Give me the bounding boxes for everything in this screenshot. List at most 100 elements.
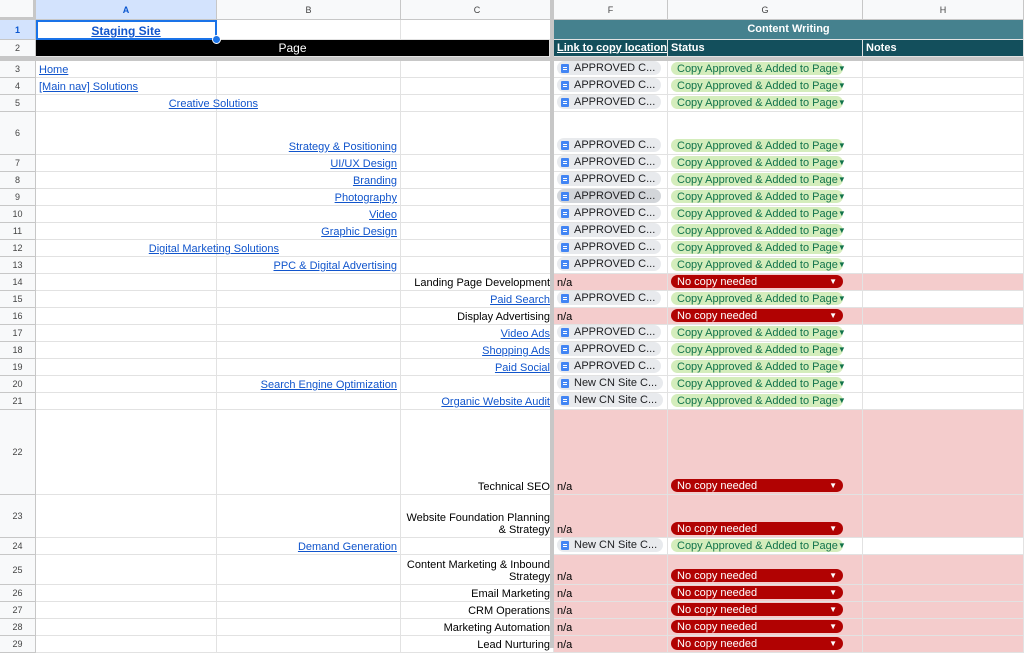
status-cell[interactable]: Copy Approved & Added to Page ▼: [668, 223, 863, 240]
status-dropdown[interactable]: Copy Approved & Added to Page ▼: [671, 173, 846, 186]
staging-site-cell[interactable]: Staging Site: [36, 20, 217, 40]
page-cell-c[interactable]: Shopping Ads: [401, 342, 554, 359]
status-dropdown[interactable]: No copy needed ▼: [671, 479, 843, 492]
row-header-25[interactable]: 25: [0, 555, 36, 585]
row-header-15[interactable]: 15: [0, 291, 36, 308]
copy-location-cell[interactable]: n/a: [554, 619, 668, 636]
status-cell[interactable]: Copy Approved & Added to Page ▼: [668, 257, 863, 274]
page-cell-c[interactable]: Email Marketing: [401, 585, 554, 602]
status-dropdown[interactable]: Copy Approved & Added to Page ▼: [671, 343, 846, 356]
page-cell-c[interactable]: Landing Page Development: [401, 274, 554, 291]
copy-location-chip[interactable]: APPROVED C...: [557, 223, 662, 237]
status-cell[interactable]: Copy Approved & Added to Page ▼: [668, 78, 863, 95]
status-dropdown[interactable]: Copy Approved & Added to Page ▼: [671, 377, 846, 390]
page-cell-b[interactable]: UI/UX Design: [217, 155, 401, 172]
status-cell[interactable]: Copy Approved & Added to Page ▼: [668, 359, 863, 376]
copy-location-cell[interactable]: APPROVED C...: [554, 61, 668, 78]
status-cell[interactable]: Copy Approved & Added to Page ▼: [668, 206, 863, 223]
status-cell[interactable]: Copy Approved & Added to Page ▼: [668, 393, 863, 410]
status-dropdown[interactable]: No copy needed ▼: [671, 275, 843, 288]
copy-location-chip[interactable]: APPROVED C...: [557, 61, 662, 75]
page-cell-c[interactable]: Content Marketing & Inbound Strategy: [401, 555, 554, 585]
status-cell[interactable]: Copy Approved & Added to Page ▼: [668, 376, 863, 393]
page-cell-b[interactable]: Demand Generation: [217, 538, 401, 555]
status-dropdown[interactable]: Copy Approved & Added to Page ▼: [671, 326, 846, 339]
column-header-g[interactable]: G: [668, 0, 863, 20]
notes-cell[interactable]: [863, 619, 1024, 636]
status-dropdown[interactable]: Copy Approved & Added to Page ▼: [671, 139, 846, 152]
page-cell-c[interactable]: Display Advertising: [401, 308, 554, 325]
status-dropdown[interactable]: Copy Approved & Added to Page ▼: [671, 190, 846, 203]
row-header-4[interactable]: 4: [0, 78, 36, 95]
status-dropdown[interactable]: Copy Approved & Added to Page ▼: [671, 539, 846, 552]
copy-location-cell[interactable]: APPROVED C...: [554, 325, 668, 342]
copy-location-cell[interactable]: APPROVED C...: [554, 112, 668, 155]
copy-location-chip[interactable]: APPROVED C...: [557, 189, 662, 203]
status-cell[interactable]: Copy Approved & Added to Page ▼: [668, 172, 863, 189]
status-cell[interactable]: No copy needed ▼: [668, 495, 863, 538]
notes-cell[interactable]: [863, 240, 1024, 257]
status-cell[interactable]: No copy needed ▼: [668, 410, 863, 495]
row-header-8[interactable]: 8: [0, 172, 36, 189]
subsubpage-label[interactable]: Paid Search: [490, 294, 550, 306]
status-dropdown[interactable]: Copy Approved & Added to Page ▼: [671, 207, 846, 220]
status-cell[interactable]: Copy Approved & Added to Page ▼: [668, 189, 863, 206]
notes-cell[interactable]: [863, 376, 1024, 393]
copy-location-cell[interactable]: APPROVED C...: [554, 206, 668, 223]
copy-location-cell[interactable]: APPROVED C...: [554, 240, 668, 257]
subpage-link[interactable]: Strategy & Positioning: [289, 141, 397, 153]
notes-cell[interactable]: [863, 95, 1024, 112]
spreadsheet-grid[interactable]: A B C F G H 1 2 3 4 5 6 7 8 9 10 11 12 13 14 15 16 17 18 19 20 21 2…: [0, 0, 1024, 653]
copy-location-chip[interactable]: APPROVED C...: [557, 138, 662, 152]
row-header-29[interactable]: 29: [0, 636, 36, 653]
status-dropdown[interactable]: No copy needed ▼: [671, 586, 843, 599]
status-dropdown[interactable]: Copy Approved & Added to Page ▼: [671, 394, 846, 407]
page-cell-b[interactable]: PPC & Digital Advertising: [217, 257, 401, 274]
status-cell[interactable]: No copy needed ▼: [668, 308, 863, 325]
status-dropdown[interactable]: No copy needed ▼: [671, 620, 843, 633]
notes-cell[interactable]: [863, 636, 1024, 653]
status-cell[interactable]: No copy needed ▼: [668, 585, 863, 602]
notes-cell[interactable]: [863, 359, 1024, 376]
copy-location-cell[interactable]: APPROVED C...: [554, 78, 668, 95]
page-cell-b[interactable]: Graphic Design: [217, 223, 401, 240]
row-header-28[interactable]: 28: [0, 619, 36, 636]
row-header-19[interactable]: 19: [0, 359, 36, 376]
copy-location-chip[interactable]: APPROVED C...: [557, 359, 662, 373]
page-cell-b[interactable]: Strategy & Positioning: [217, 112, 401, 155]
notes-cell[interactable]: [863, 189, 1024, 206]
status-dropdown[interactable]: No copy needed ▼: [671, 309, 843, 322]
notes-cell[interactable]: [863, 410, 1024, 495]
row-header-5[interactable]: 5: [0, 95, 36, 112]
row-header-27[interactable]: 27: [0, 602, 36, 619]
copy-location-cell[interactable]: APPROVED C...: [554, 291, 668, 308]
page-cell-c[interactable]: Paid Search: [401, 291, 554, 308]
status-cell[interactable]: No copy needed ▼: [668, 602, 863, 619]
copy-location-cell[interactable]: n/a: [554, 602, 668, 619]
page-cell-c[interactable]: Paid Social: [401, 359, 554, 376]
copy-location-cell[interactable]: APPROVED C...: [554, 359, 668, 376]
row-header-22[interactable]: 22: [0, 410, 36, 495]
copy-location-cell[interactable]: APPROVED C...: [554, 172, 668, 189]
column-header-a[interactable]: A: [36, 0, 217, 20]
page-cell-a[interactable]: Home: [36, 61, 217, 78]
copy-location-cell[interactable]: APPROVED C...: [554, 189, 668, 206]
row-header-1[interactable]: 1: [0, 20, 36, 40]
subpage-link[interactable]: Branding: [353, 175, 397, 187]
subpage-link[interactable]: UI/UX Design: [330, 158, 397, 170]
notes-cell[interactable]: [863, 585, 1024, 602]
status-dropdown[interactable]: Copy Approved & Added to Page ▼: [671, 360, 846, 373]
status-cell[interactable]: No copy needed ▼: [668, 274, 863, 291]
subsubpage-label[interactable]: Shopping Ads: [482, 345, 550, 357]
notes-cell[interactable]: [863, 61, 1024, 78]
status-dropdown[interactable]: Copy Approved & Added to Page ▼: [671, 79, 846, 92]
copy-location-chip[interactable]: New CN Site C...: [557, 376, 664, 390]
staging-site-link[interactable]: Staging Site: [91, 24, 160, 38]
subpage-link[interactable]: Graphic Design: [321, 226, 397, 238]
page-cell-b[interactable]: Search Engine Optimization: [217, 376, 401, 393]
status-dropdown[interactable]: Copy Approved & Added to Page ▼: [671, 292, 846, 305]
notes-cell[interactable]: [863, 155, 1024, 172]
copy-location-cell[interactable]: APPROVED C...: [554, 223, 668, 240]
status-dropdown[interactable]: Copy Approved & Added to Page ▼: [671, 241, 846, 254]
page-cell-a[interactable]: Creative Solutions: [36, 95, 258, 112]
